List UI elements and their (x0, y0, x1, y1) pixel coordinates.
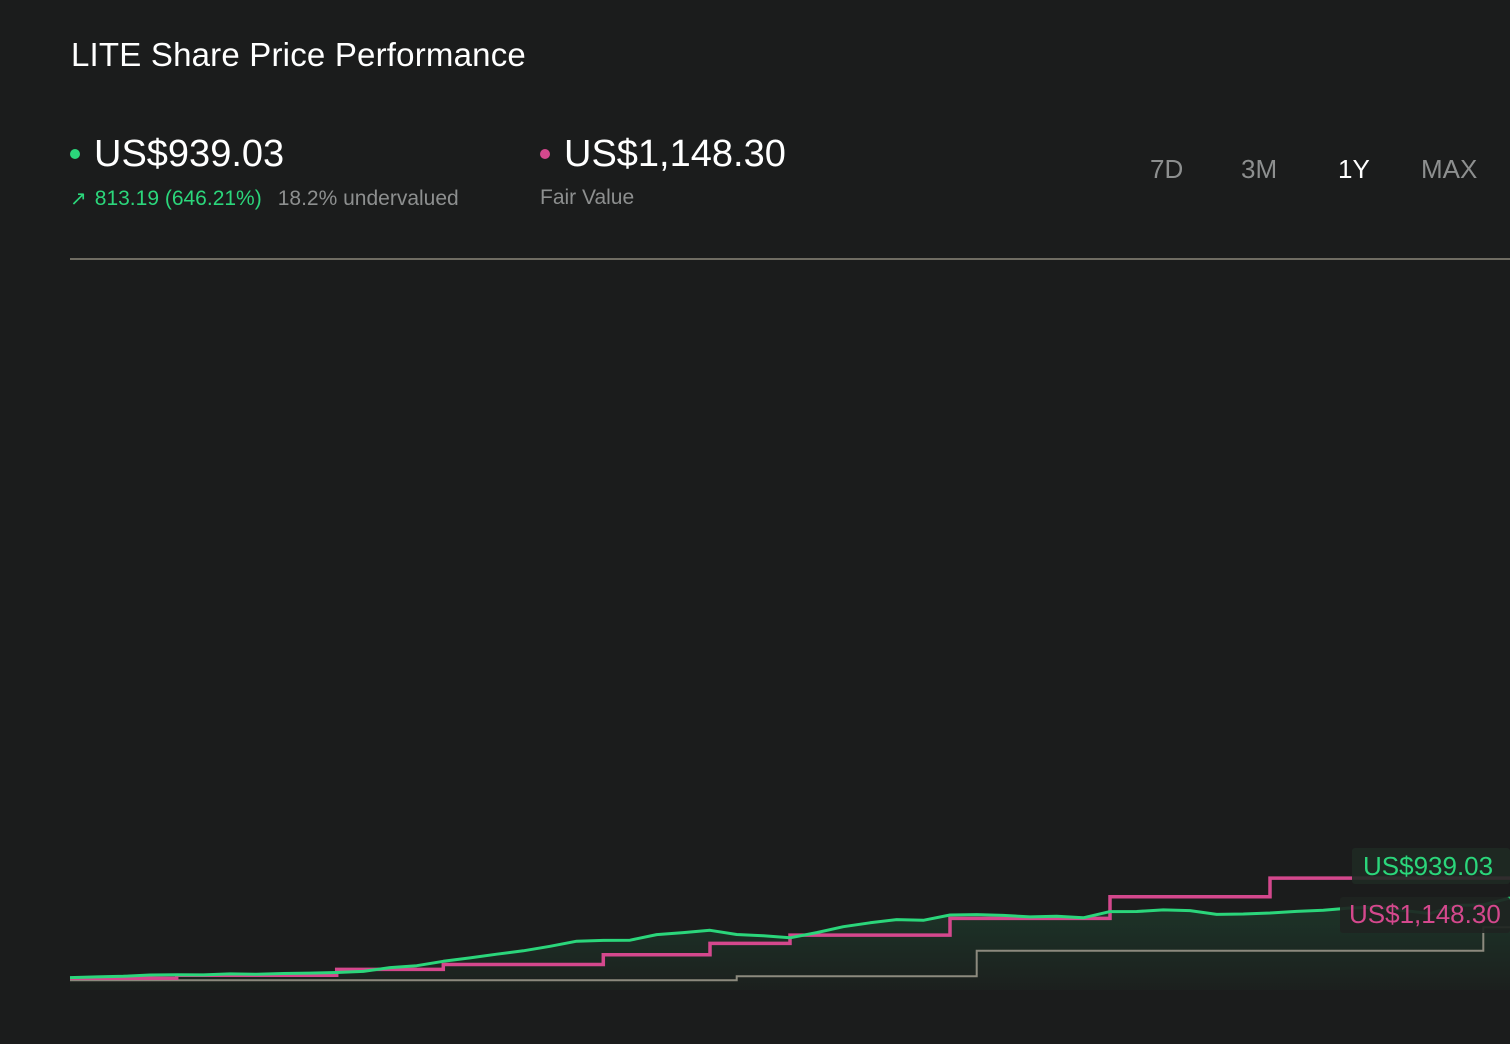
arrow-up-right-icon: ↗ (70, 188, 87, 210)
fair-value-label: Fair Value (540, 186, 635, 209)
page-title: LITE Share Price Performance (71, 36, 526, 73)
share-price-card: LITE Share Price Performance US$939.03 ↗… (0, 0, 1510, 1044)
fair-value-value: US$1,148.30 (564, 133, 786, 175)
current-price-stat: US$939.03 ↗ 813.19 (646.21%) 18.2% under… (70, 128, 459, 211)
time-range-selector: 7D 3M 1Y MAX (1120, 154, 1510, 194)
price-change: 813.19 (646.21%) (94, 186, 262, 210)
price-area-fill (70, 897, 1510, 990)
price-legend-dot (70, 149, 80, 159)
price-end-label: US$939.03 (1363, 851, 1493, 881)
current-price-value: US$939.03 (94, 133, 285, 175)
fair-value-line (70, 876, 1510, 980)
fair-value-end-label-bg (1340, 897, 1510, 933)
range-7d-button[interactable]: 7D (1150, 154, 1183, 185)
range-1y-button[interactable]: 1Y (1338, 154, 1370, 185)
fair-value-legend-dot (540, 149, 550, 159)
price-end-label-bg (1352, 848, 1510, 884)
fair-value-end-label: US$1,148.30 (1349, 899, 1501, 929)
valuation-status: 18.2% undervalued (277, 186, 459, 210)
fair-value-stat: US$1,148.30 Fair Value (540, 128, 786, 210)
analyst-target-line (70, 926, 1510, 982)
share-price-line (69, 896, 1510, 980)
range-max-button[interactable]: MAX (1421, 154, 1477, 185)
range-3m-button[interactable]: 3M (1241, 154, 1277, 185)
